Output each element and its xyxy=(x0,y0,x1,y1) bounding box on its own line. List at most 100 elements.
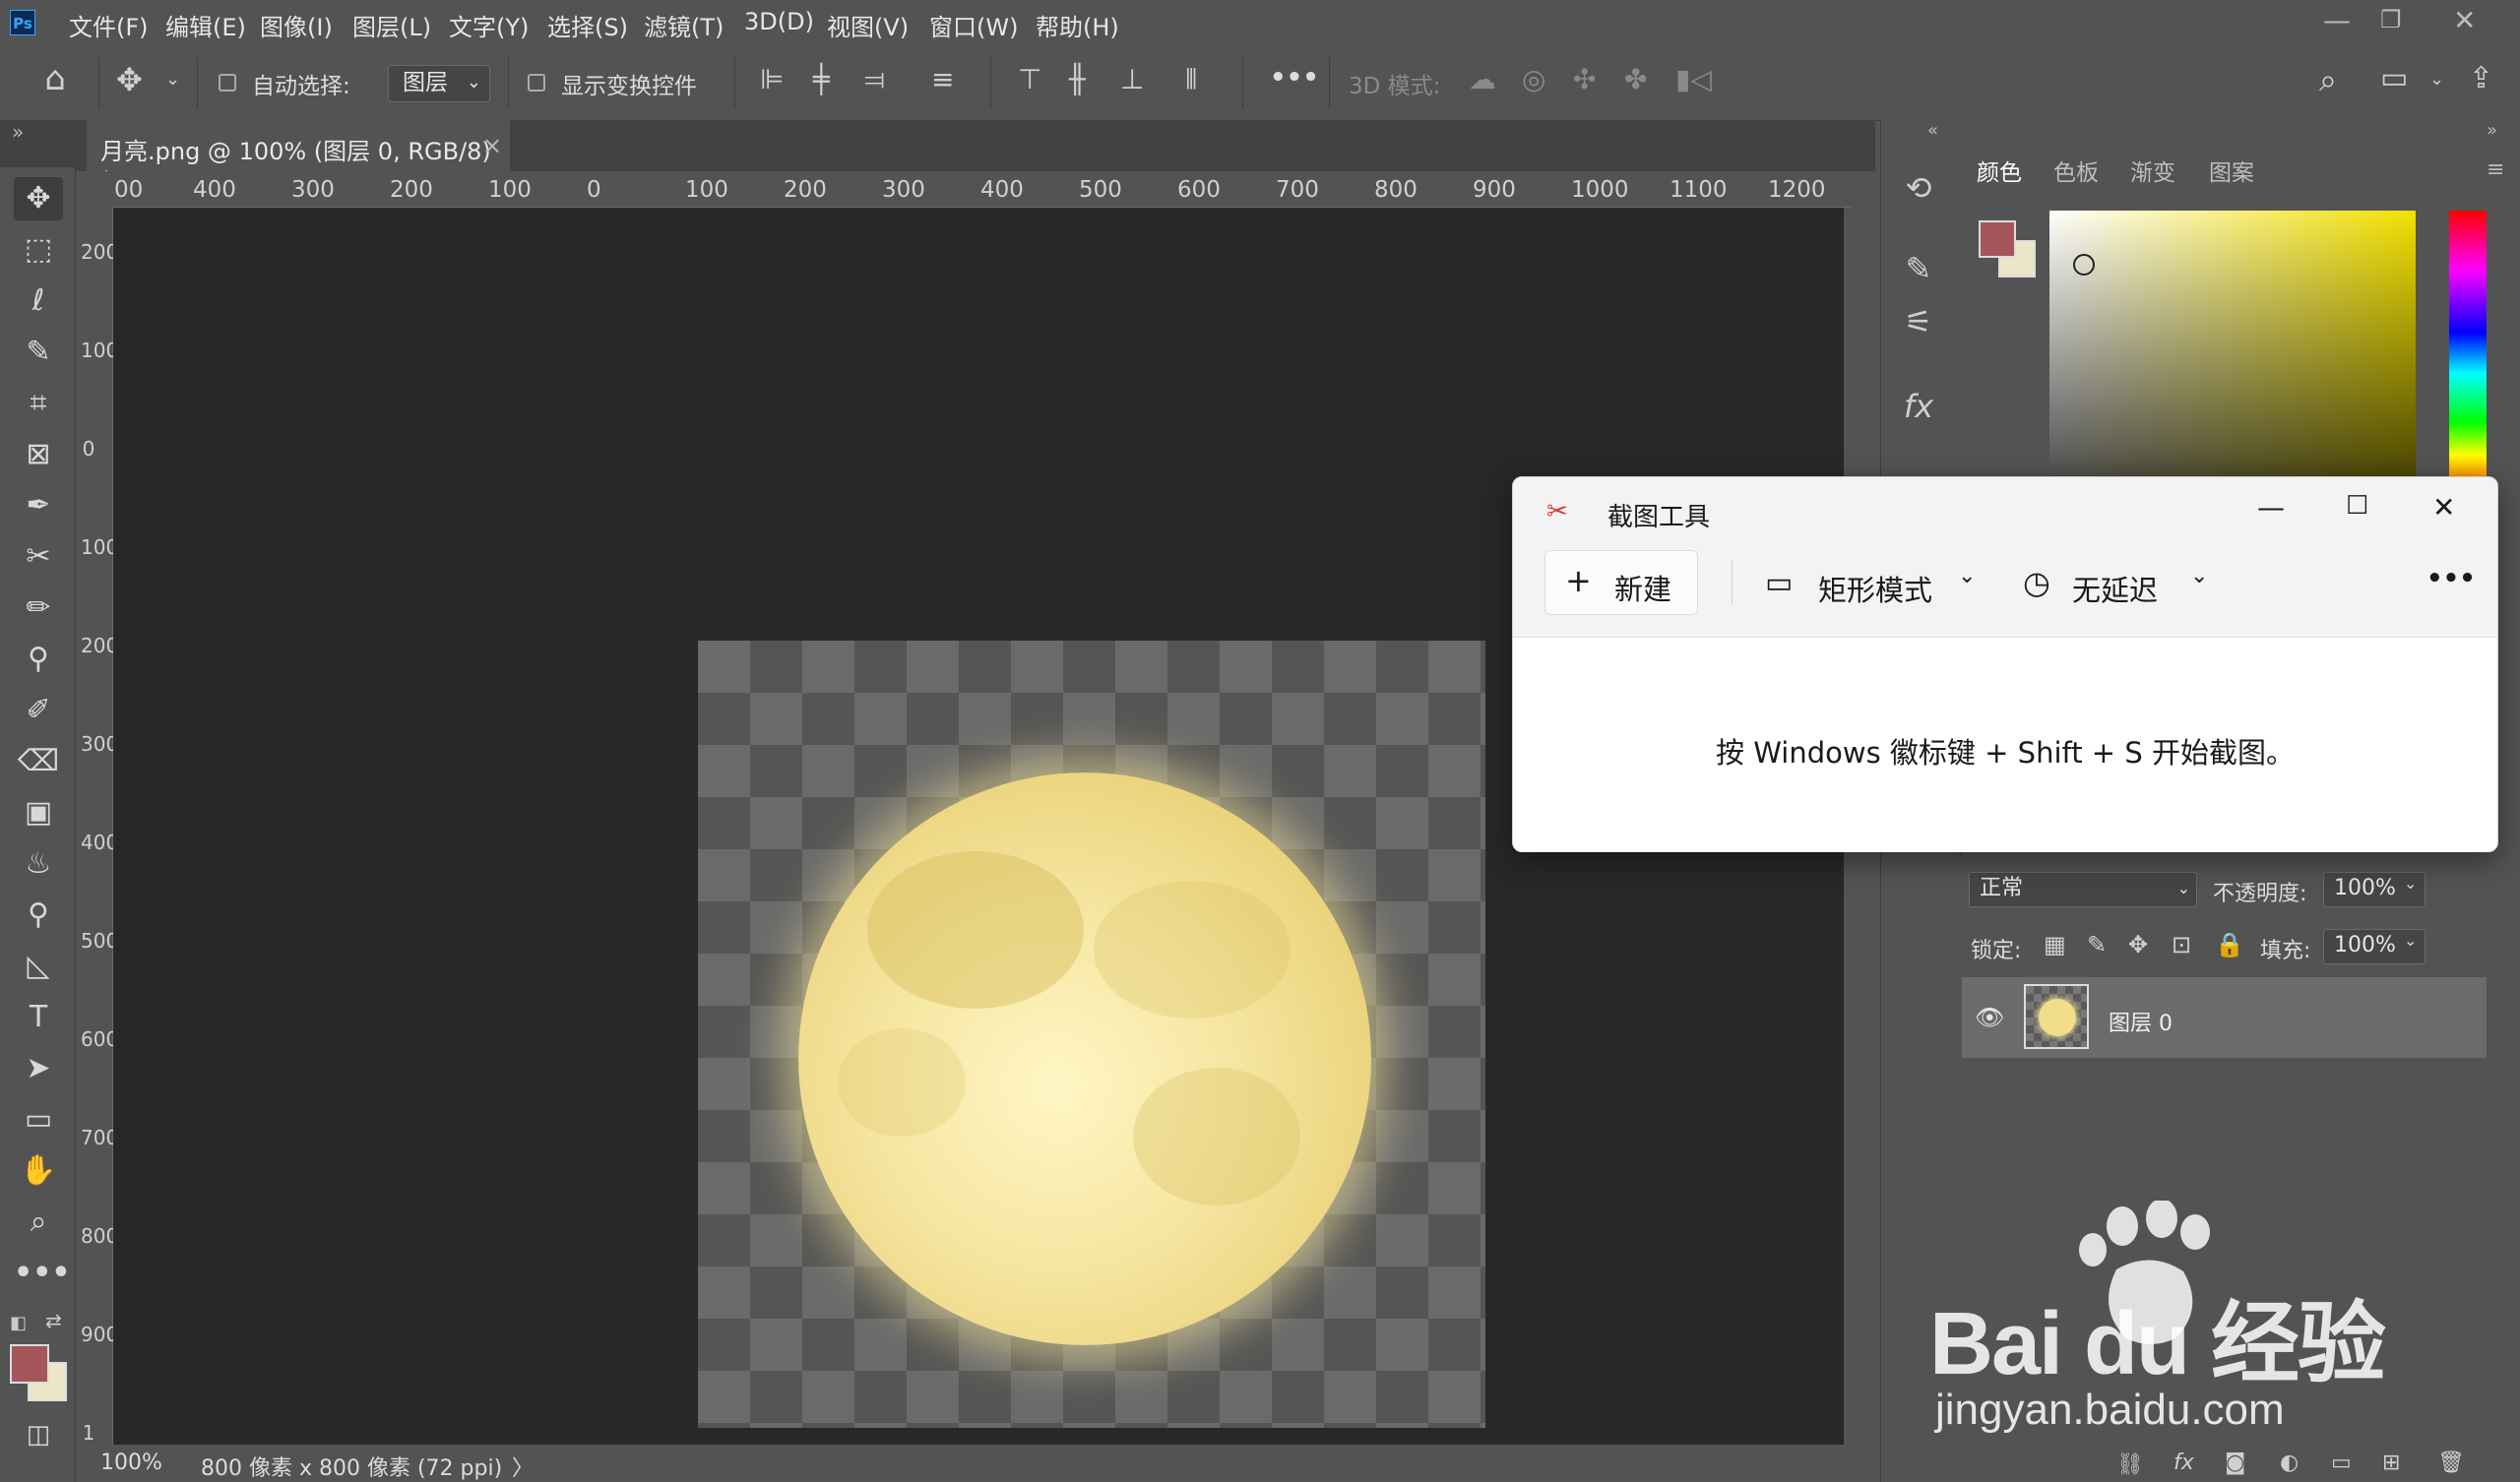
align-bottom-icon[interactable]: ⊥ xyxy=(1120,63,1144,95)
menu-filter[interactable]: 滤镜(T) xyxy=(644,8,724,42)
quick-mask-icon[interactable]: ◫ xyxy=(14,1413,63,1456)
link-layers-icon[interactable]: ⛓ xyxy=(2116,1452,2144,1477)
layer-fx-icon[interactable]: fx xyxy=(2174,1451,2194,1475)
distribute-vertical-icon[interactable]: ⦀ xyxy=(1185,63,1197,96)
panel-foreground-swatch[interactable] xyxy=(1979,220,2016,258)
search-icon[interactable]: ⌕ xyxy=(2319,61,2337,99)
default-colors-icon[interactable]: ◧ xyxy=(10,1313,27,1333)
lock-pixels-icon[interactable]: ✎ xyxy=(2087,931,2107,958)
lock-transparent-icon[interactable]: ▦ xyxy=(2044,931,2066,958)
gradient-tool[interactable]: ▣ xyxy=(14,791,63,834)
adjustment-layer-icon[interactable]: ◐ xyxy=(2280,1451,2299,1475)
status-arrow-icon[interactable]: 〉 xyxy=(512,1451,534,1482)
align-middle-icon[interactable]: ╫ xyxy=(1069,63,1086,95)
lock-position-icon[interactable]: ✥ xyxy=(2128,931,2148,958)
menu-layer[interactable]: 图层(L) xyxy=(352,8,431,42)
delete-layer-icon[interactable]: 🗑 xyxy=(2437,1451,2465,1475)
group-folder-icon[interactable]: ▭ xyxy=(2331,1451,2352,1475)
menu-window[interactable]: 窗口(W) xyxy=(929,8,1018,42)
menu-file[interactable]: 文件(F) xyxy=(69,8,149,42)
hue-slider[interactable] xyxy=(2449,211,2487,482)
3d-scale-icon[interactable]: ▮◁ xyxy=(1675,63,1712,95)
adjustments-icon[interactable]: ⚟ xyxy=(1894,297,1943,346)
menu-type[interactable]: 文字(Y) xyxy=(449,8,529,42)
clone-stamp-tool[interactable]: ⚲ xyxy=(14,638,63,681)
brush-tool[interactable]: ✏ xyxy=(14,587,63,630)
blend-mode-dropdown[interactable]: 正常 ⌄ xyxy=(1969,872,2197,907)
quick-select-tool[interactable]: ✎ xyxy=(14,331,63,374)
distribute-horizontal-icon[interactable]: ≡ xyxy=(931,63,954,95)
menu-view[interactable]: 视图(V) xyxy=(827,8,909,42)
menu-image[interactable]: 图像(I) xyxy=(260,8,333,42)
show-transform-checkbox[interactable] xyxy=(528,74,545,92)
new-snip-button[interactable]: + 新建 xyxy=(1544,550,1698,615)
frame-tool[interactable]: ⊠ xyxy=(14,433,63,476)
3d-pan-icon[interactable]: ✣ xyxy=(1573,63,1596,95)
menu-3d[interactable]: 3D(D) xyxy=(744,8,814,35)
document-canvas[interactable] xyxy=(698,641,1485,1428)
chevron-down-icon[interactable]: ⌄ xyxy=(2404,874,2417,893)
move-tool[interactable]: ✥ xyxy=(14,177,63,220)
menu-select[interactable]: 选择(S) xyxy=(547,8,628,42)
chevron-down-icon[interactable]: ⌄ xyxy=(2429,69,2444,90)
swap-colors-icon[interactable]: ⇄ xyxy=(45,1309,62,1332)
lock-all-icon[interactable]: 🔒 xyxy=(2215,931,2244,958)
move-tool-icon[interactable]: ✥ xyxy=(116,61,143,98)
snip-mode-dropdown[interactable]: ▭ 矩形模式 ⌄ xyxy=(1765,550,1995,615)
chevron-down-icon[interactable]: ⌄ xyxy=(2404,931,2417,950)
pen-tool[interactable]: ◺ xyxy=(14,945,63,988)
layer-thumbnail[interactable] xyxy=(2024,984,2089,1049)
home-icon[interactable]: ⌂ xyxy=(33,59,77,102)
expand-panels-icon[interactable]: » xyxy=(12,120,24,144)
lasso-tool[interactable]: ℓ xyxy=(14,279,63,323)
lock-artboard-icon[interactable]: ⊡ xyxy=(2172,931,2191,958)
eraser-tool[interactable]: ⌫ xyxy=(14,740,63,783)
zoom-tool[interactable]: ⌕ xyxy=(14,1201,63,1244)
healing-tool[interactable]: ✂ xyxy=(14,535,63,579)
snip-delay-dropdown[interactable]: ◷ 无延迟 ⌄ xyxy=(2023,550,2220,615)
path-select-tool[interactable]: ➤ xyxy=(14,1047,63,1090)
expand-dock-icon[interactable]: » xyxy=(2487,120,2497,141)
more-options-icon[interactable]: ••• xyxy=(1270,63,1319,93)
collapse-dock-icon[interactable]: « xyxy=(1927,120,1938,141)
3d-slide-icon[interactable]: ✤ xyxy=(1624,63,1647,95)
snip-minimize-icon[interactable]: — xyxy=(2257,491,2285,524)
share-icon[interactable]: ⇪ xyxy=(2469,61,2493,95)
crop-tool[interactable]: ⌗ xyxy=(14,382,63,425)
brush-settings-icon[interactable]: ✎ xyxy=(1894,244,1943,293)
close-tab-icon[interactable]: × xyxy=(482,132,502,159)
styles-fx-icon[interactable]: fx xyxy=(1894,382,1943,431)
restore-icon[interactable]: ❐ xyxy=(2380,6,2402,33)
align-left-icon[interactable]: ⊫ xyxy=(760,63,784,95)
3d-rotate-icon[interactable]: ☁ xyxy=(1469,63,1496,95)
tab-gradient[interactable]: 渐变 xyxy=(2130,154,2175,187)
layer-name[interactable]: 图层 0 xyxy=(2109,1006,2173,1037)
tab-swatches[interactable]: 色板 xyxy=(2053,154,2099,187)
foreground-color-swatch[interactable] xyxy=(10,1344,49,1384)
eyedropper-tool[interactable]: ✒ xyxy=(14,484,63,527)
layer-mask-icon[interactable]: ◙ xyxy=(2225,1451,2245,1475)
workspace-icon[interactable]: ▭ xyxy=(2380,61,2408,95)
tab-color[interactable]: 颜色 xyxy=(1977,154,2022,187)
align-top-icon[interactable]: ⊤ xyxy=(1018,63,1041,95)
document-tab[interactable]: 月亮.png @ 100% (图层 0, RGB/8) * × xyxy=(87,120,510,194)
type-tool[interactable]: T xyxy=(14,996,63,1039)
rectangle-tool[interactable]: ▭ xyxy=(14,1098,63,1142)
chevron-down-icon[interactable]: ⌄ xyxy=(165,69,180,90)
history-brush-tool[interactable]: ✐ xyxy=(14,689,63,732)
align-center-icon[interactable]: ╪ xyxy=(813,63,830,95)
zoom-level[interactable]: 100% xyxy=(100,1451,162,1475)
panel-menu-icon[interactable]: ≡ xyxy=(2487,157,2504,182)
snip-close-icon[interactable]: ✕ xyxy=(2432,491,2455,524)
menu-edit[interactable]: 编辑(E) xyxy=(165,8,246,42)
dodge-tool[interactable]: ⚲ xyxy=(14,894,63,937)
hand-tool[interactable]: ✋ xyxy=(14,1149,63,1193)
auto-select-checkbox[interactable] xyxy=(219,74,236,92)
tab-pattern[interactable]: 图案 xyxy=(2209,154,2254,187)
color-picker-field[interactable] xyxy=(2049,211,2416,482)
new-layer-icon[interactable]: ⊞ xyxy=(2382,1451,2400,1475)
auto-select-target-dropdown[interactable]: 图层 ⌄ xyxy=(388,65,490,102)
align-right-icon[interactable]: ⫤ xyxy=(864,63,885,96)
snip-maximize-icon[interactable]: ☐ xyxy=(2346,491,2368,521)
history-panel-icon[interactable]: ⟲ xyxy=(1894,163,1943,213)
